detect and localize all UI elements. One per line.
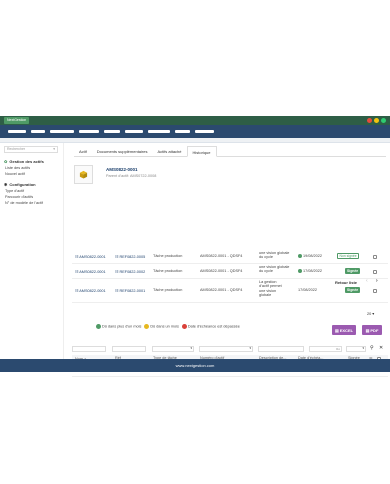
nav-menu-item[interactable] <box>31 130 45 133</box>
legend-label: Dû dans un mois <box>150 324 179 329</box>
page-size-select[interactable]: 20 ▾ <box>367 311 374 316</box>
main-content: Actif Documents supplémentaires Actifs a… <box>64 143 390 372</box>
pdf-label: PDF <box>370 327 379 333</box>
filter-task-type[interactable]: ▾ <box>152 346 194 352</box>
chevron-down-icon: ▾ <box>53 147 55 151</box>
chevron-down-icon: ▾ <box>372 312 375 316</box>
chevron-down-icon: ▾ <box>362 346 364 350</box>
status-dot-red <box>181 324 187 329</box>
legend-item: Dû dans un mois <box>144 324 179 329</box>
box-icon <box>74 165 93 184</box>
sidebar: Rechercher ▾ ✿ Gestion des actifs Liste … <box>0 143 64 372</box>
back-to-list-link[interactable]: Retour liste <box>335 280 357 285</box>
window-dot-2[interactable] <box>374 118 379 123</box>
sidebar-item-asset-type[interactable]: Type d'actif <box>4 189 59 193</box>
chevron-down-icon: ▾ <box>249 346 251 350</box>
status-dot-yellow <box>144 324 150 329</box>
nav-menu-item[interactable] <box>175 130 190 133</box>
tab-actif[interactable]: Actif <box>74 146 92 156</box>
nav-menu-item[interactable] <box>148 130 170 133</box>
sidebar-section-title: Configuration <box>9 182 36 187</box>
search-icon[interactable]: ⚲ <box>370 345 374 351</box>
window-dot-1[interactable] <box>367 118 372 123</box>
brand-logo: NextGestion <box>4 117 30 124</box>
sidebar-section-title: Gestion des actifs <box>9 159 44 164</box>
prev-record-button[interactable]: ‹ <box>366 278 368 284</box>
sidebar-item-model-number[interactable]: N° de modèle de l'actif <box>4 201 59 205</box>
nav-menu-item[interactable] <box>104 130 120 133</box>
legend: Dû dans plus d'un mois Dû dans un mois D… <box>96 324 240 329</box>
nav-menu-item[interactable] <box>195 130 214 133</box>
filter-name[interactable] <box>72 346 106 352</box>
sidebar-item-new-asset[interactable]: Nouvel actif <box>4 172 59 176</box>
filter-signed[interactable]: ▾ <box>346 346 366 352</box>
asset-parent: Parent d'actif: AMS0722-0008 <box>106 174 157 178</box>
window-controls <box>367 118 386 123</box>
close-icon[interactable]: ✕ <box>379 345 383 351</box>
filter-row: ▾ ▾ Ré ▾ ⚲ ✕ <box>72 345 388 353</box>
legend-item: Dû dans plus d'un mois <box>96 324 141 329</box>
sidebar-item-browse-assets[interactable]: Parcourir d'actifs <box>4 195 59 199</box>
tab-attached-assets[interactable]: Actifs attaché <box>152 146 186 156</box>
sidebar-item-asset-list[interactable]: Liste des actifs <box>4 166 59 170</box>
legend-item: Date d'échéance est dépassée <box>181 324 240 329</box>
tab-bar: Actif Documents supplémentaires Actifs a… <box>74 146 386 157</box>
nav-menu-item[interactable] <box>8 130 26 133</box>
filter-asset-number[interactable]: ▾ <box>199 346 253 352</box>
excel-label: EXCEL <box>339 327 354 333</box>
app-window: NextGestion Rechercher ▾ ✿ Gestion des a… <box>0 116 390 377</box>
asset-code: AMS0822-0001 <box>106 167 138 172</box>
pdf-icon: ▤ <box>365 327 370 333</box>
sidebar-section-assets[interactable]: ✿ Gestion des actifs <box>4 159 59 164</box>
page-size-value: 20 <box>367 312 372 316</box>
sidebar-search-input[interactable]: Rechercher ▾ <box>4 146 58 153</box>
nav-menu-item[interactable] <box>79 130 99 133</box>
window-dot-3[interactable] <box>381 118 386 123</box>
top-navbar <box>0 125 390 138</box>
next-record-button[interactable]: › <box>376 278 378 284</box>
tab-documents[interactable]: Documents supplémentaires <box>92 146 153 156</box>
export-excel-button[interactable]: ▤ EXCEL <box>332 325 356 335</box>
sidebar-section-configuration[interactable]: ✱ Configuration <box>4 182 59 187</box>
filter-description[interactable] <box>258 346 304 352</box>
gear-icon: ✿ <box>4 159 8 164</box>
legend-label: Dû dans plus d'un mois <box>102 324 142 329</box>
export-pdf-button[interactable]: ▤ PDF <box>362 325 382 335</box>
legend-label: Date d'échéance est dépassée <box>187 324 240 329</box>
tab-historique[interactable]: Historique <box>186 146 217 157</box>
excel-icon: ▤ <box>334 327 339 333</box>
chevron-down-icon: ▾ <box>190 346 192 350</box>
footer: www.nextgestion.com <box>0 359 390 372</box>
filter-ref[interactable] <box>112 346 146 352</box>
filter-date-placeholder: Ré <box>336 347 340 351</box>
status-dot-green <box>96 324 101 329</box>
nav-menu-item[interactable] <box>50 130 74 133</box>
filter-due-date[interactable]: Ré <box>309 346 342 352</box>
search-placeholder: Rechercher <box>7 147 26 151</box>
settings-icon: ✱ <box>4 182 8 187</box>
nav-menu-item[interactable] <box>125 130 143 133</box>
title-bar: NextGestion <box>0 116 390 125</box>
